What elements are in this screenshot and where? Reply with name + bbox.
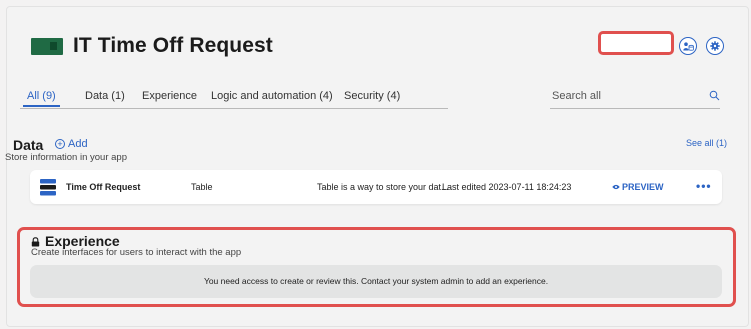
plus-icon: + bbox=[55, 139, 65, 149]
data-section-title: Data bbox=[13, 137, 44, 153]
row-description: Table is a way to store your dat... bbox=[317, 182, 449, 192]
experience-section-description: Create interfaces for users to interact … bbox=[31, 247, 242, 258]
tab-experience[interactable]: Experience bbox=[142, 90, 197, 102]
gear-icon bbox=[710, 41, 720, 51]
settings-button[interactable] bbox=[706, 37, 724, 55]
section-tabs: All (9) Data (1) Experience Logic and au… bbox=[20, 90, 448, 109]
app-logo bbox=[31, 38, 63, 55]
highlighted-empty-field[interactable] bbox=[598, 31, 674, 55]
search-icon[interactable] bbox=[709, 90, 720, 101]
user-database-icon bbox=[682, 41, 694, 51]
search-input[interactable]: Search all bbox=[550, 90, 720, 109]
lock-icon bbox=[31, 237, 40, 247]
row-last-edited: Last edited 2023-07-11 18:24:23 bbox=[442, 182, 572, 192]
row-name[interactable]: Time Off Request bbox=[66, 182, 140, 192]
row-type: Table bbox=[191, 182, 213, 192]
page-title: IT Time Off Request bbox=[73, 34, 273, 57]
eye-icon bbox=[612, 184, 620, 190]
search-placeholder: Search all bbox=[552, 90, 601, 102]
access-notice: You need access to create or review this… bbox=[30, 265, 722, 298]
tab-security[interactable]: Security (4) bbox=[344, 90, 400, 102]
add-data-button[interactable]: + Add bbox=[55, 138, 88, 150]
table-row[interactable]: Time Off Request Table Table is a way to… bbox=[30, 170, 722, 204]
more-options-icon[interactable]: ••• bbox=[696, 179, 712, 193]
table-icon bbox=[40, 179, 56, 196]
tab-data[interactable]: Data (1) bbox=[85, 90, 125, 102]
data-section-description: Store information in your app bbox=[5, 152, 127, 163]
preview-label: PREVIEW bbox=[622, 182, 664, 192]
tab-all[interactable]: All (9) bbox=[23, 90, 60, 107]
preview-button[interactable]: PREVIEW bbox=[612, 182, 664, 192]
tab-logic-and-automation[interactable]: Logic and automation (4) bbox=[211, 90, 333, 102]
user-database-button[interactable] bbox=[679, 37, 697, 55]
add-label: Add bbox=[68, 138, 88, 150]
see-all-link[interactable]: See all (1) bbox=[686, 138, 727, 148]
